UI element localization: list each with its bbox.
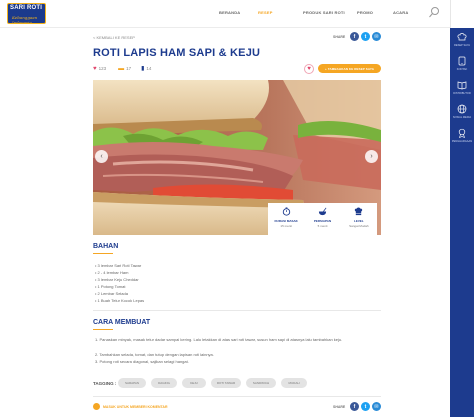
method-step: 1. Panaskan minyak, masak telur dadar sa… bbox=[95, 337, 343, 342]
facebook-share-icon[interactable]: f bbox=[350, 402, 359, 411]
section-underline bbox=[93, 329, 113, 330]
search-icon[interactable] bbox=[427, 5, 441, 21]
book-icon bbox=[457, 81, 467, 90]
views-count: 14 bbox=[146, 66, 152, 71]
logo-text: SARI ROTI bbox=[10, 5, 43, 11]
section-divider bbox=[93, 310, 381, 311]
carousel-prev-button[interactable]: ‹ bbox=[95, 150, 108, 163]
ingredient-item: • 2 Lembar Selada bbox=[95, 291, 128, 296]
method-step: 3. Potong roti secara diagonal, sajikan … bbox=[95, 359, 189, 364]
info-label: PERSIAPAN bbox=[313, 219, 332, 223]
ingredient-item: • 2 - 4 lembar Ham bbox=[95, 270, 129, 275]
sidebar-item-label: PENGHARGAAN bbox=[451, 140, 473, 143]
info-label: DURASI MASAK bbox=[274, 219, 298, 223]
twitter-share-icon[interactable]: t bbox=[361, 32, 370, 41]
info-level: LEVEL Sangat Mudah bbox=[341, 203, 377, 235]
ingredients-heading: BAHAN bbox=[93, 243, 119, 250]
method-step: 2. Tambahkan selada, tomat, dan tutup de… bbox=[95, 352, 214, 357]
tag-chip[interactable]: DAGING bbox=[151, 378, 177, 388]
saves-count: 17 bbox=[126, 66, 132, 71]
share-label-bottom: SHARE bbox=[333, 405, 346, 409]
nav-item-promo[interactable]: PROMO bbox=[357, 10, 373, 15]
tag-chip[interactable]: MUDAH bbox=[281, 378, 307, 388]
share-label: SHARE bbox=[333, 35, 346, 39]
ingredient-item: • 1 Potong Tomat bbox=[95, 284, 126, 289]
nav-item-produk[interactable]: PRODUK SARI ROTI bbox=[303, 10, 345, 15]
right-sidebar: RESEP SAYA KONTAK DISTRIBUTOR SOSIAL MED… bbox=[450, 0, 474, 417]
tag-chip[interactable]: SANDWICH bbox=[246, 378, 276, 388]
phone-icon bbox=[458, 56, 466, 66]
method-heading: CARA MEMBUAT bbox=[93, 319, 151, 326]
tag-chip[interactable]: KEJU bbox=[182, 378, 206, 388]
tag-chip[interactable]: ROTI TAWAR bbox=[211, 378, 241, 388]
bookmark-icon: ▬ bbox=[118, 65, 125, 72]
recipe-title: ROTI LAPIS HAM SAPI & KEJU bbox=[93, 47, 261, 59]
chef-hat-icon bbox=[457, 33, 467, 41]
chef-icon bbox=[355, 207, 363, 216]
carousel-next-button[interactable]: › bbox=[365, 150, 378, 163]
recipe-info-panel: DURASI MASAK 15 menit PERSIAPAN 5 menit … bbox=[268, 203, 377, 235]
login-to-comment-link[interactable]: MASUK UNTUK MEMBERI KOMENTAR bbox=[103, 405, 168, 409]
globe-icon bbox=[457, 104, 467, 114]
info-value: 15 menit bbox=[280, 224, 292, 228]
nav-item-acara[interactable]: ACARA bbox=[393, 10, 408, 15]
view-icon: ▮ bbox=[141, 66, 145, 72]
add-to-my-recipes-button[interactable]: + TAMBAHKAN KE RESEP SAYA bbox=[318, 64, 381, 73]
favorite-heart-button[interactable]: ♥ bbox=[304, 64, 314, 74]
comment-icon bbox=[93, 403, 100, 410]
ingredient-item: • 3 lembar Keju Cheddar bbox=[95, 277, 139, 282]
info-label: LEVEL bbox=[353, 219, 364, 223]
email-share-icon[interactable]: ✉ bbox=[372, 32, 381, 41]
logo-tagline: Kebanggaan Indonesia bbox=[12, 15, 38, 24]
sidebar-item-label: SOSIAL MEDIA bbox=[452, 116, 472, 119]
ingredient-item: • 1 Buah Telur Kocok Lepas bbox=[95, 298, 145, 303]
tagging-label: TAGGING : bbox=[93, 381, 117, 386]
info-value: 5 menit bbox=[317, 224, 328, 228]
nav-item-beranda[interactable]: BERANDA bbox=[219, 10, 240, 15]
info-value: Sangat Mudah bbox=[349, 224, 369, 228]
tag-chip[interactable]: SARAPAN bbox=[118, 378, 146, 388]
likes-count: 123 bbox=[98, 66, 107, 71]
sidebar-item-label: DISTRIBUTOR bbox=[453, 92, 471, 95]
nav-item-resep[interactable]: RESEP bbox=[258, 10, 273, 15]
timer-icon bbox=[282, 207, 290, 216]
heart-icon: ♥ bbox=[93, 65, 97, 72]
facebook-share-icon[interactable]: f bbox=[350, 32, 359, 41]
section-divider bbox=[93, 396, 381, 397]
email-share-icon[interactable]: ✉ bbox=[372, 402, 381, 411]
sari-roti-logo[interactable]: SARI ROTI Kebanggaan Indonesia bbox=[7, 3, 46, 24]
twitter-share-icon[interactable]: t bbox=[361, 402, 370, 411]
info-duration: DURASI MASAK 15 menit bbox=[268, 203, 304, 235]
section-underline bbox=[93, 253, 113, 254]
award-icon bbox=[458, 128, 466, 138]
info-prep: PERSIAPAN 5 menit bbox=[304, 203, 340, 235]
top-navigation-bar: SARI ROTI Kebanggaan Indonesia BERANDA R… bbox=[0, 0, 450, 28]
breadcrumb-back-link[interactable]: < KEMBALI KE RESEP bbox=[93, 35, 135, 40]
sidebar-header bbox=[450, 0, 474, 28]
ingredient-item: • 3 lembar Sari Roti Tawar bbox=[95, 263, 142, 268]
sidebar-item-penghargaan[interactable]: PENGHARGAAN bbox=[450, 124, 474, 152]
recipe-stats: ♥ 123 ▬ 17 ▮ 14 bbox=[93, 65, 152, 73]
sidebar-item-label: KONTAK bbox=[456, 68, 468, 71]
bowl-icon bbox=[318, 207, 327, 216]
sidebar-item-label: RESEP SAYA bbox=[453, 44, 470, 47]
